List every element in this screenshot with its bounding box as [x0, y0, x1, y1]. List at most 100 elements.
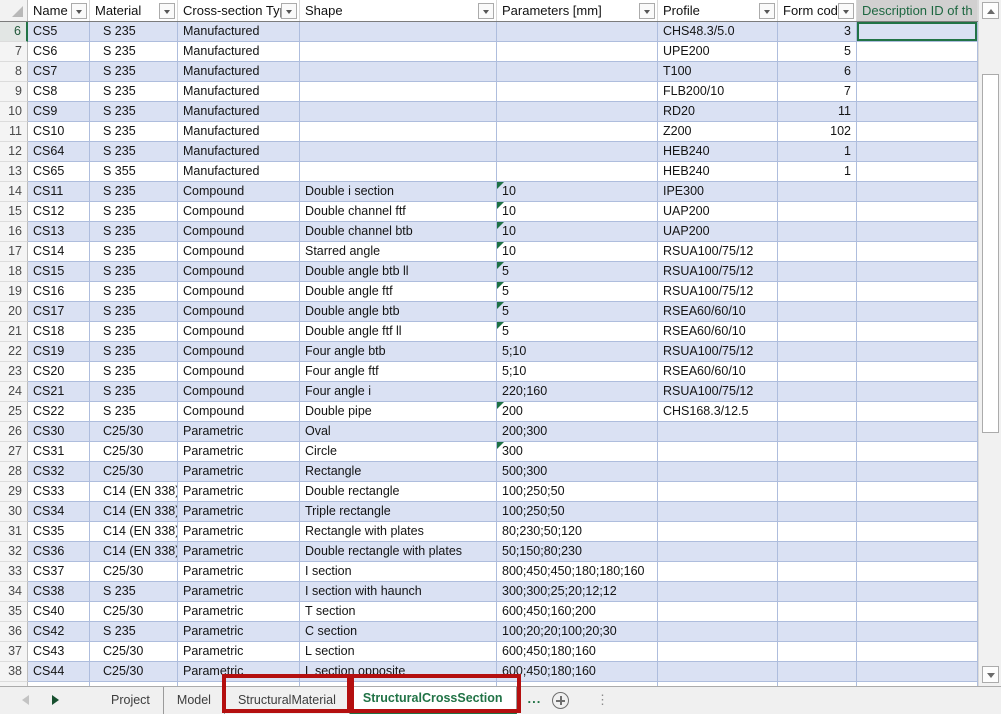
cell-profile[interactable] [658, 522, 778, 542]
cell-cross-section-type[interactable]: Manufactured [178, 162, 300, 182]
vertical-scrollbar[interactable] [978, 0, 1001, 686]
column-header-parameters-mm-[interactable]: Parameters [mm] [497, 0, 658, 21]
cell-material[interactable]: S 235 [90, 382, 178, 402]
cell-material[interactable]: S 235 [90, 402, 178, 422]
cell-cross-section-type[interactable]: Compound [178, 222, 300, 242]
cell-shape[interactable]: C section [300, 622, 497, 642]
cell-material[interactable]: S 235 [90, 242, 178, 262]
cell-description-id[interactable] [857, 142, 978, 162]
cell-description-id[interactable] [857, 562, 978, 582]
cell-parameters[interactable]: 300 [497, 442, 658, 462]
cell-material[interactable]: S 235 [90, 82, 178, 102]
cell-description-id[interactable] [857, 442, 978, 462]
cell-shape[interactable] [300, 122, 497, 142]
cell-parameters[interactable] [497, 142, 658, 162]
cell-description-id[interactable] [857, 62, 978, 82]
cell-cross-section-type[interactable]: Parametric [178, 642, 300, 662]
cell-profile[interactable] [658, 462, 778, 482]
cell-profile[interactable]: RSUA100/75/12 [658, 282, 778, 302]
cell-description-id[interactable] [857, 262, 978, 282]
cell-profile[interactable]: IPE300 [658, 182, 778, 202]
cell-material[interactable]: S 235 [90, 202, 178, 222]
cell-cross-section-type[interactable]: Parametric [178, 542, 300, 562]
cell-description-id[interactable] [857, 462, 978, 482]
cell-profile[interactable] [658, 642, 778, 662]
cell-cross-section-type[interactable]: Compound [178, 342, 300, 362]
cell-form-code[interactable] [778, 322, 857, 342]
cell-name[interactable]: CS21 [28, 382, 90, 402]
cell-description-id[interactable] [857, 582, 978, 602]
cell-cross-section-type[interactable]: Compound [178, 242, 300, 262]
cell-shape[interactable]: Double i section [300, 182, 497, 202]
cell-description-id[interactable] [857, 642, 978, 662]
cell-name[interactable]: CS8 [28, 82, 90, 102]
cell-description-id[interactable] [857, 242, 978, 262]
cell-form-code[interactable] [778, 502, 857, 522]
cell-description-id[interactable] [857, 102, 978, 122]
cell-name[interactable]: CS44 [28, 662, 90, 682]
cell-name[interactable]: CS40 [28, 602, 90, 622]
cell-form-code[interactable] [778, 482, 857, 502]
cell-name[interactable]: CS37 [28, 562, 90, 582]
cell-material[interactable]: C25/30 [90, 462, 178, 482]
column-header-material[interactable]: Material [90, 0, 178, 21]
row-header[interactable]: 32 [0, 542, 28, 562]
row-header[interactable]: 31 [0, 522, 28, 542]
cell-shape[interactable] [300, 42, 497, 62]
cell-cross-section-type[interactable]: Compound [178, 302, 300, 322]
cell-shape[interactable] [300, 162, 497, 182]
cell-form-code[interactable]: 1 [778, 162, 857, 182]
cell-description-id[interactable] [857, 382, 978, 402]
cell-name[interactable]: CS7 [28, 62, 90, 82]
row-header[interactable]: 21 [0, 322, 28, 342]
cell-profile[interactable]: RSUA100/75/12 [658, 382, 778, 402]
cell-name[interactable]: CS34 [28, 502, 90, 522]
cell-material[interactable]: S 235 [90, 622, 178, 642]
cell-form-code[interactable] [778, 242, 857, 262]
cell-parameters[interactable] [497, 22, 658, 42]
column-header-cross-section-typ[interactable]: Cross-section Typ [178, 0, 300, 21]
cell-form-code[interactable] [778, 662, 857, 682]
row-header[interactable]: 19 [0, 282, 28, 302]
cell-cross-section-type[interactable]: Parametric [178, 602, 300, 622]
cell-form-code[interactable] [778, 342, 857, 362]
cell-material[interactable]: C25/30 [90, 422, 178, 442]
row-header[interactable]: 13 [0, 162, 28, 182]
next-sheet-icon[interactable] [52, 695, 59, 705]
cell-name[interactable]: CS36 [28, 542, 90, 562]
cell-parameters[interactable]: 10 [497, 182, 658, 202]
cell-parameters[interactable]: 600;450;160;200 [497, 602, 658, 622]
cell-parameters[interactable]: 5;10 [497, 342, 658, 362]
row-header[interactable]: 23 [0, 362, 28, 382]
cell-profile[interactable] [658, 422, 778, 442]
cell-material[interactable]: S 235 [90, 322, 178, 342]
cell-parameters[interactable]: 220;160 [497, 382, 658, 402]
cell-name[interactable]: CS11 [28, 182, 90, 202]
cell-cross-section-type[interactable]: Manufactured [178, 142, 300, 162]
cell-material[interactable]: S 235 [90, 102, 178, 122]
cell-name[interactable]: CS31 [28, 442, 90, 462]
cell-profile[interactable]: UPE200 [658, 42, 778, 62]
cell-form-code[interactable] [778, 182, 857, 202]
cell-cross-section-type[interactable]: Parametric [178, 462, 300, 482]
cell-cross-section-type[interactable]: Parametric [178, 622, 300, 642]
cell-parameters[interactable]: 200;300 [497, 422, 658, 442]
cell-shape[interactable]: I section [300, 562, 497, 582]
cell-profile[interactable]: RD20 [658, 102, 778, 122]
cell-material[interactable]: S 235 [90, 122, 178, 142]
cell-form-code[interactable] [778, 222, 857, 242]
cell-cross-section-type[interactable]: Compound [178, 262, 300, 282]
cell-form-code[interactable] [778, 302, 857, 322]
cell-form-code[interactable] [778, 282, 857, 302]
cell-cross-section-type[interactable]: Parametric [178, 442, 300, 462]
cell-form-code[interactable] [778, 362, 857, 382]
cell-cross-section-type[interactable]: Compound [178, 202, 300, 222]
filter-dropdown-button[interactable] [478, 3, 494, 19]
cell-name[interactable]: CS35 [28, 522, 90, 542]
cell-name[interactable]: CS14 [28, 242, 90, 262]
cell-profile[interactable]: RSUA100/75/12 [658, 262, 778, 282]
cell-material[interactable]: S 235 [90, 262, 178, 282]
cell-description-id[interactable] [857, 342, 978, 362]
cell-name[interactable]: CS64 [28, 142, 90, 162]
cell-material[interactable]: C25/30 [90, 662, 178, 682]
